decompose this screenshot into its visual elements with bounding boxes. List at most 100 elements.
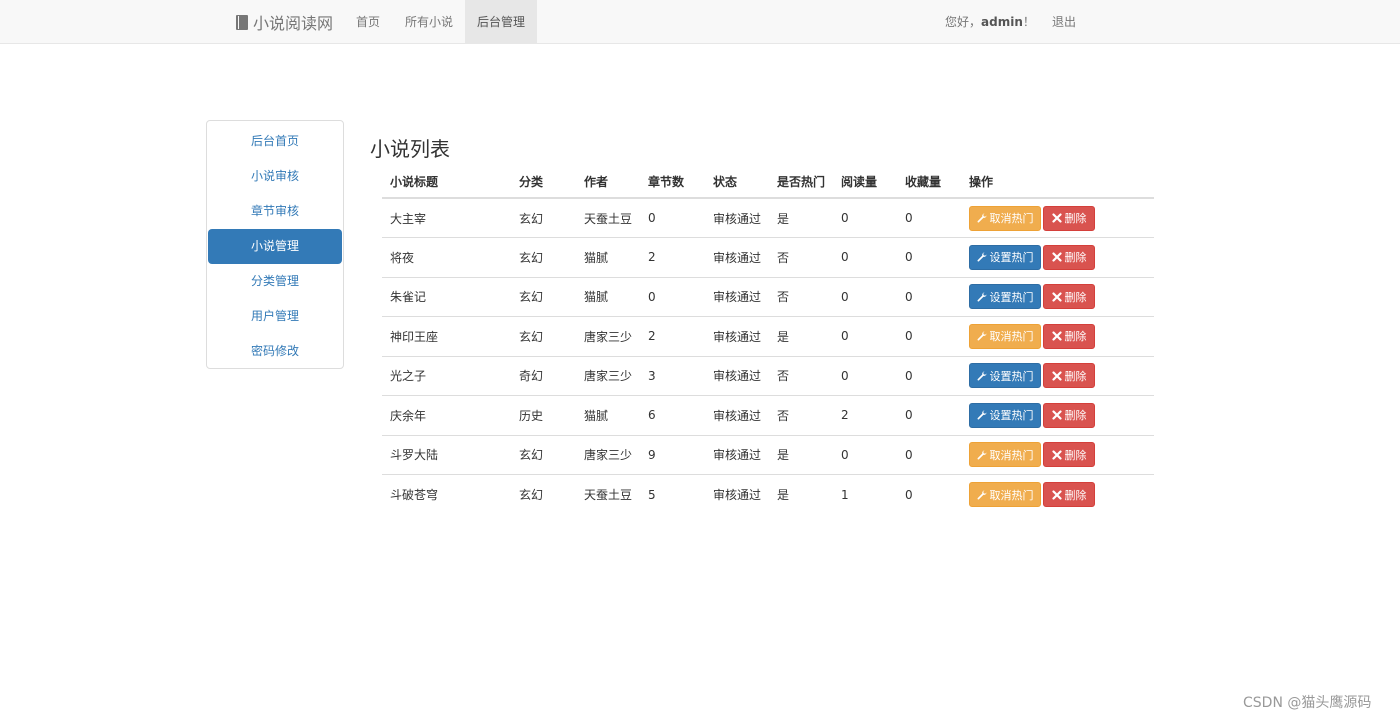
button-label: 取消热门	[989, 212, 1034, 225]
brand-name: 小说阅读网	[253, 14, 334, 33]
cell-title: 神印王座	[382, 316, 511, 356]
col-favorites: 收藏量	[897, 166, 962, 199]
wrench-icon	[977, 331, 987, 341]
nav-all-novels[interactable]: 所有小说	[393, 0, 465, 44]
close-icon	[1051, 252, 1062, 262]
set-hot-button[interactable]: 设置热门	[969, 402, 1042, 428]
cell-category: 玄幻	[511, 276, 576, 317]
cell-actions: 取消热门 删除	[961, 198, 1154, 238]
cell-status: 审核通过	[705, 395, 770, 435]
delete-button[interactable]: 删除	[1043, 363, 1096, 389]
logout-link[interactable]: 退出	[1052, 0, 1076, 44]
set-hot-button[interactable]: 设置热门	[969, 284, 1042, 310]
table-row: 朱雀记 玄幻 猫腻 0 审核通过否 0 0 设置热门 删除	[382, 276, 1154, 317]
cell-author: 天蚕土豆	[576, 474, 641, 514]
wrench-icon	[977, 292, 987, 302]
cell-chapters: 3	[640, 355, 706, 396]
col-actions: 操作	[961, 166, 1154, 199]
table-row: 将夜 玄幻 猫腻 2 审核通过否 0 0 设置热门 删除	[382, 237, 1154, 277]
cell-title: 将夜	[382, 237, 511, 277]
cell-favorites: 0	[897, 395, 962, 435]
cell-hot: 否	[769, 237, 834, 277]
cancel-hot-button[interactable]: 取消热门	[969, 323, 1042, 349]
set-hot-button[interactable]: 设置热门	[969, 363, 1042, 389]
delete-button[interactable]: 删除	[1043, 482, 1096, 507]
cancel-hot-button[interactable]: 取消热门	[969, 482, 1042, 507]
cancel-hot-button[interactable]: 取消热门	[969, 442, 1042, 468]
brand-link[interactable]: 小说阅读网	[236, 0, 333, 44]
cell-category: 玄幻	[511, 434, 576, 475]
cell-favorites: 0	[897, 434, 962, 475]
nav-home[interactable]: 首页	[344, 0, 392, 44]
cell-status: 审核通过	[705, 237, 770, 277]
user-greeting: 您好，admin！	[945, 0, 1035, 44]
cell-chapters: 2	[640, 316, 706, 356]
cell-reads: 0	[833, 355, 898, 396]
cell-actions: 取消热门 删除	[961, 316, 1154, 356]
delete-button[interactable]: 删除	[1043, 244, 1096, 270]
sidebar-item-user-management[interactable]: 用户管理	[208, 299, 342, 334]
cell-favorites: 0	[897, 276, 962, 317]
button-label: 删除	[1064, 290, 1087, 304]
cell-status: 审核通过	[705, 316, 770, 356]
sidebar-item-novel-management[interactable]: 小说管理	[208, 229, 342, 264]
button-label: 设置热门	[989, 369, 1034, 383]
cell-favorites: 0	[897, 355, 962, 396]
page-title: 小说列表	[370, 137, 450, 161]
cell-hot: 否	[769, 276, 834, 317]
button-label: 设置热门	[989, 290, 1034, 304]
cell-reads: 0	[833, 276, 898, 317]
delete-button[interactable]: 删除	[1043, 323, 1096, 349]
sidebar-item-dashboard[interactable]: 后台首页	[208, 124, 342, 159]
delete-button[interactable]: 删除	[1043, 442, 1096, 468]
sidebar-item-category-management[interactable]: 分类管理	[208, 264, 342, 299]
close-icon	[1051, 292, 1062, 302]
set-hot-button[interactable]: 设置热门	[969, 244, 1042, 270]
cell-actions: 取消热门 删除	[961, 434, 1154, 475]
button-label: 删除	[1064, 212, 1087, 225]
wrench-icon	[977, 371, 987, 381]
button-label: 删除	[1064, 251, 1087, 265]
cell-hot: 是	[769, 474, 834, 514]
sidebar-item-novel-review[interactable]: 小说审核	[208, 159, 342, 194]
button-label: 删除	[1064, 330, 1087, 344]
col-hot: 是否热门	[769, 166, 834, 199]
nav-admin[interactable]: 后台管理	[465, 0, 537, 44]
cell-favorites: 0	[897, 237, 962, 277]
col-author: 作者	[576, 166, 641, 199]
delete-button[interactable]: 删除	[1043, 205, 1096, 231]
sidebar-item-chapter-review[interactable]: 章节审核	[208, 194, 342, 229]
delete-button[interactable]: 删除	[1043, 402, 1096, 428]
cell-reads: 0	[833, 434, 898, 475]
cell-hot: 否	[769, 355, 834, 396]
button-label: 取消热门	[989, 488, 1034, 502]
close-icon	[1051, 489, 1062, 500]
close-icon	[1051, 450, 1062, 460]
cell-author: 唐家三少	[576, 355, 641, 396]
wrench-icon	[977, 410, 987, 420]
table-body: 大主宰 玄幻 天蚕土豆 0 审核通过是 0 0 取消热门 删除 将夜 玄幻 猫腻 2 审核通过否 0 0 设置热…	[382, 198, 1154, 514]
cell-reads: 2	[833, 395, 898, 435]
close-icon	[1051, 371, 1062, 381]
button-label: 取消热门	[989, 330, 1034, 344]
button-label: 设置热门	[989, 251, 1034, 265]
cell-category: 玄幻	[511, 237, 576, 277]
cell-status: 审核通过	[705, 355, 770, 396]
close-icon	[1051, 331, 1062, 341]
cell-reads: 0	[833, 237, 898, 277]
button-label: 删除	[1064, 409, 1087, 423]
watermark: CSDN @猫头鹰源码	[1243, 695, 1372, 711]
cell-actions: 设置热门 删除	[961, 237, 1154, 277]
cancel-hot-button[interactable]: 取消热门	[969, 205, 1042, 231]
delete-button[interactable]: 删除	[1043, 284, 1096, 310]
sidebar-item-password-change[interactable]: 密码修改	[208, 334, 342, 369]
col-category: 分类	[511, 166, 576, 199]
table-row: 神印王座 玄幻 唐家三少 2 审核通过是 0 0 取消热门 删除	[382, 316, 1154, 356]
admin-sidebar: 后台首页 小说审核 章节审核 小说管理 分类管理 用户管理 密码修改	[206, 120, 344, 369]
col-chapters: 章节数	[640, 166, 706, 199]
table-row: 庆余年 历史 猫腻 6 审核通过否 2 0 设置热门 删除	[382, 395, 1154, 435]
cell-author: 唐家三少	[576, 434, 641, 475]
cell-category: 玄幻	[519, 211, 544, 226]
table-row: 光之子 奇幻 唐家三少 3 审核通过否 0 0 设置热门 删除	[382, 355, 1154, 396]
button-label: 删除	[1064, 448, 1087, 462]
